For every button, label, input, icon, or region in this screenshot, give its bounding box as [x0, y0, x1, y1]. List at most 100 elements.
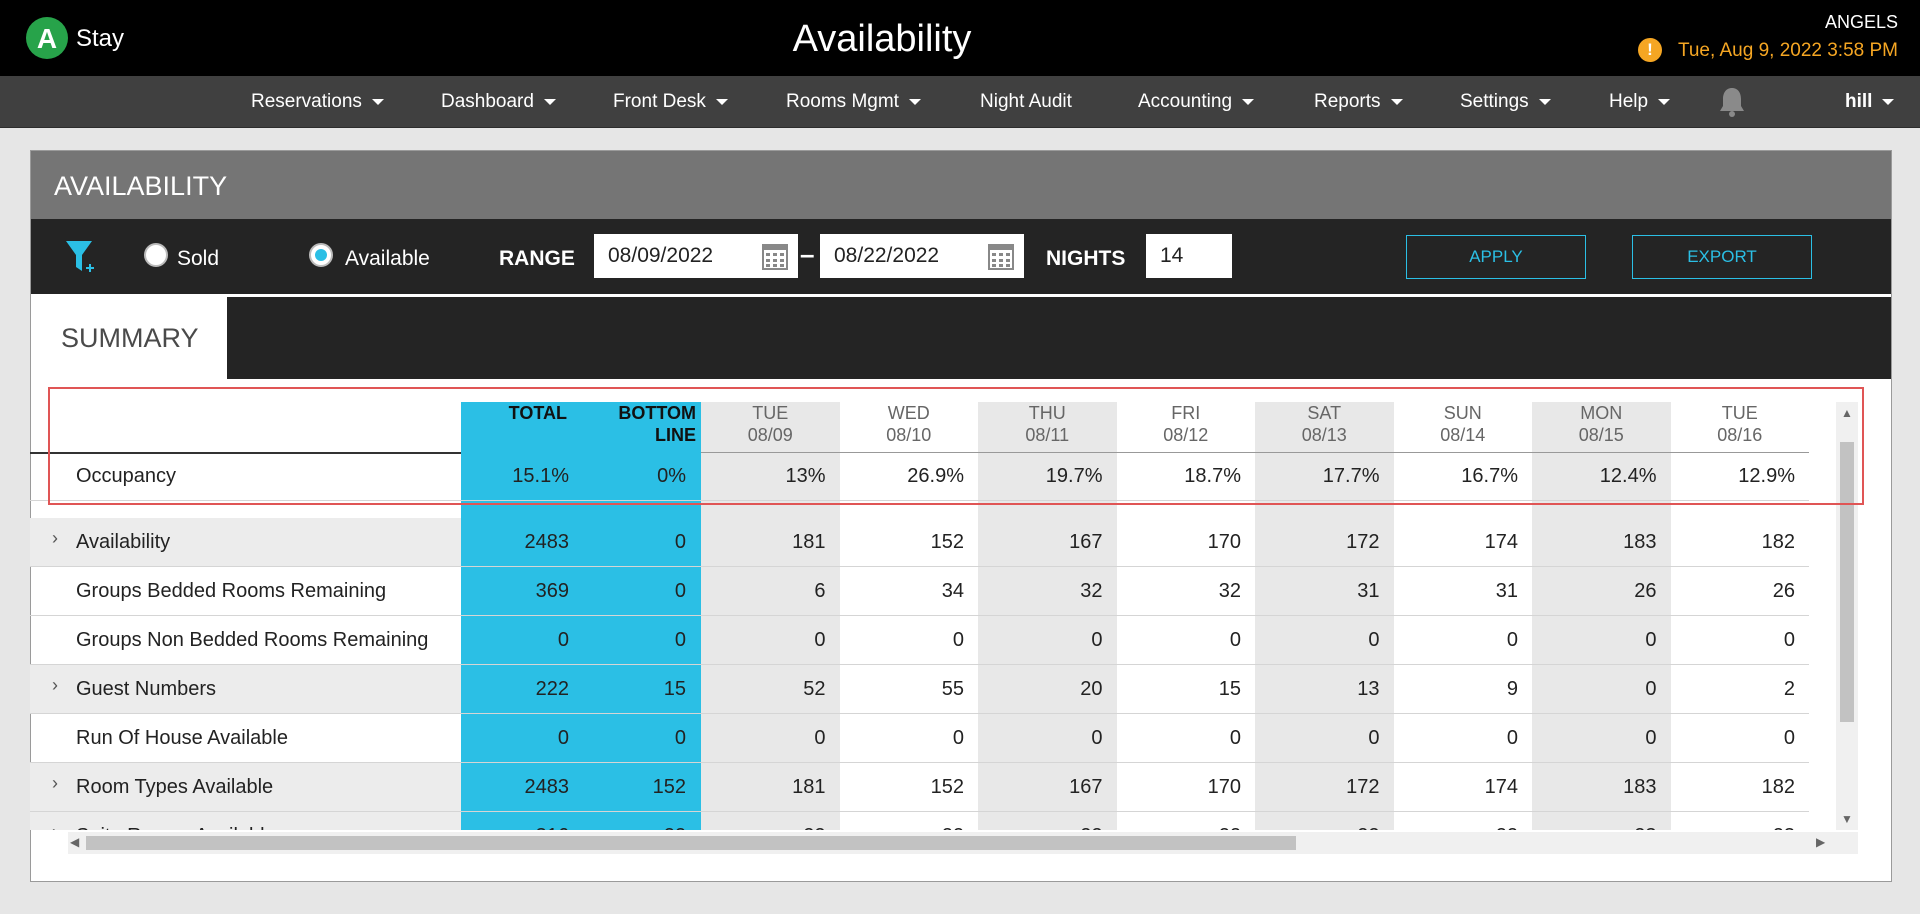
row-day-value: 26	[1772, 580, 1795, 602]
row-day-value: 172	[1346, 531, 1380, 553]
row-bottom-line-value: 0	[674, 727, 686, 749]
scroll-right-icon[interactable]: ▶	[1816, 835, 1825, 849]
sold-radio[interactable]	[144, 243, 168, 267]
chevron-down-icon	[1538, 98, 1551, 105]
nav-front-desk[interactable]: Front Desk	[613, 91, 728, 113]
user-menu[interactable]: hill	[1845, 91, 1895, 113]
expand-chevron-icon[interactable]: ›	[52, 528, 58, 549]
row-day-value: 170	[1207, 776, 1241, 798]
row-day-value: 52	[803, 678, 826, 700]
row-bottom-line-value: 0	[674, 580, 686, 602]
row-total-value: 2483	[524, 776, 570, 798]
bell-icon[interactable]	[1718, 86, 1746, 118]
row-day-value: 183	[1623, 531, 1657, 553]
row-day-value: 170	[1207, 531, 1241, 553]
row-day-value: 34	[941, 580, 964, 602]
tab-summary-label: SUMMARY	[61, 323, 199, 353]
row-day-value: 55	[941, 678, 964, 700]
export-button[interactable]: EXPORT	[1632, 235, 1812, 279]
nav-dashboard[interactable]: Dashboard	[441, 91, 556, 113]
column-header-bottom-line: BOTTOM LINE	[618, 403, 696, 445]
nav-reservations[interactable]: Reservations	[251, 91, 384, 113]
available-radio[interactable]	[309, 243, 333, 267]
nav-label: Front Desk	[613, 91, 706, 112]
horizontal-scrollbar[interactable]: ◀ ▶	[68, 832, 1858, 854]
nav-reports[interactable]: Reports	[1314, 91, 1403, 113]
tab-summary[interactable]: SUMMARY	[31, 297, 227, 379]
nav-accounting[interactable]: Accounting	[1138, 91, 1255, 113]
nav-label: Help	[1609, 91, 1649, 112]
scroll-left-icon[interactable]: ◀	[70, 835, 79, 849]
row-day-value: 9	[1506, 678, 1518, 700]
row-day-value: 0	[952, 629, 964, 651]
nights-label: NIGHTS	[1046, 247, 1126, 270]
range-label: RANGE	[499, 247, 575, 270]
column-header-day: MON 08/15	[1578, 403, 1624, 445]
table-row-divider	[30, 713, 1809, 714]
vertical-scrollbar[interactable]: ▲ ▼	[1836, 402, 1858, 830]
row-bottom-line-value: 0	[674, 629, 686, 651]
calendar-icon[interactable]	[988, 244, 1014, 270]
available-label: Available	[345, 247, 430, 270]
header-divider	[30, 452, 461, 454]
nav-rooms-mgmt[interactable]: Rooms Mgmt	[786, 91, 921, 113]
chevron-down-icon	[908, 98, 921, 105]
row-day-value: 12.4%	[1599, 465, 1657, 487]
row-day-value: 32	[1080, 580, 1103, 602]
row-label: Guest Numbers	[76, 678, 217, 700]
row-day-value: 22	[701, 825, 825, 830]
apply-button[interactable]: APPLY	[1406, 235, 1586, 279]
nights-input[interactable]	[1146, 234, 1232, 278]
nav-label: Rooms Mgmt	[786, 91, 899, 112]
page-title: Availability	[792, 18, 972, 60]
column-header-day: TUE 08/16	[1717, 403, 1763, 445]
row-day-value: 0	[1229, 727, 1241, 749]
row-day-value: 181	[792, 776, 826, 798]
horizontal-scroll-thumb[interactable]	[86, 836, 1296, 850]
expand-chevron-icon[interactable]: ›	[52, 675, 58, 696]
nav-label: Accounting	[1138, 91, 1233, 112]
row-label: Run Of House Available	[76, 727, 288, 749]
vertical-scroll-thumb[interactable]	[1840, 442, 1854, 722]
table-row-divider	[30, 615, 1809, 616]
filter-add-icon[interactable]	[65, 239, 95, 277]
panel-header: AVAILABILITY	[31, 151, 1891, 219]
row-bottom-line-value: 152	[652, 776, 686, 798]
org-name: ANGELS	[1824, 12, 1898, 32]
nav-label: Dashboard	[441, 91, 534, 112]
row-day-value: 0	[1506, 727, 1518, 749]
column-header-day: FRI 08/12	[1163, 403, 1209, 445]
nav-label: Reservations	[251, 91, 362, 112]
expand-chevron-icon[interactable]: ›	[52, 773, 58, 794]
nav-settings[interactable]: Settings	[1460, 91, 1551, 113]
row-day-value: 0	[814, 727, 826, 749]
nav-night-audit[interactable]: Night Audit	[980, 91, 1072, 113]
row-day-value: 26.9%	[907, 465, 964, 487]
chevron-down-icon	[371, 98, 384, 105]
nav-label: Night Audit	[980, 91, 1072, 112]
chevron-down-icon	[1390, 98, 1403, 105]
row-day-value: 31	[1357, 580, 1380, 602]
row-day-value: 18.7%	[1184, 465, 1241, 487]
main-nav: Reservations Dashboard Front Desk Rooms …	[0, 76, 1920, 128]
row-day-value: 174	[1484, 531, 1518, 553]
nav-label: Reports	[1314, 91, 1381, 112]
chevron-down-icon	[1882, 98, 1895, 105]
row-day-value: 19.7%	[1045, 465, 1103, 487]
row-day-value: 183	[1623, 776, 1657, 798]
row-day-value: 6	[814, 580, 826, 602]
expand-chevron-icon[interactable]: ›	[52, 822, 58, 830]
row-day-value: 12.9%	[1738, 465, 1795, 487]
scroll-up-icon[interactable]: ▲	[1841, 406, 1853, 420]
calendar-icon[interactable]	[762, 244, 788, 270]
row-day-value: 22	[1117, 825, 1241, 830]
row-total-value: 15.1%	[512, 465, 569, 487]
nav-help[interactable]: Help	[1609, 91, 1671, 113]
row-day-value: 167	[1069, 531, 1103, 553]
row-day-value: 2	[1783, 678, 1795, 700]
table-row-divider	[30, 566, 1809, 567]
panel-title: AVAILABILITY	[54, 171, 228, 201]
scroll-down-icon[interactable]: ▼	[1841, 812, 1853, 826]
header-divider	[701, 452, 1809, 453]
warning-icon[interactable]: !	[1638, 38, 1662, 62]
